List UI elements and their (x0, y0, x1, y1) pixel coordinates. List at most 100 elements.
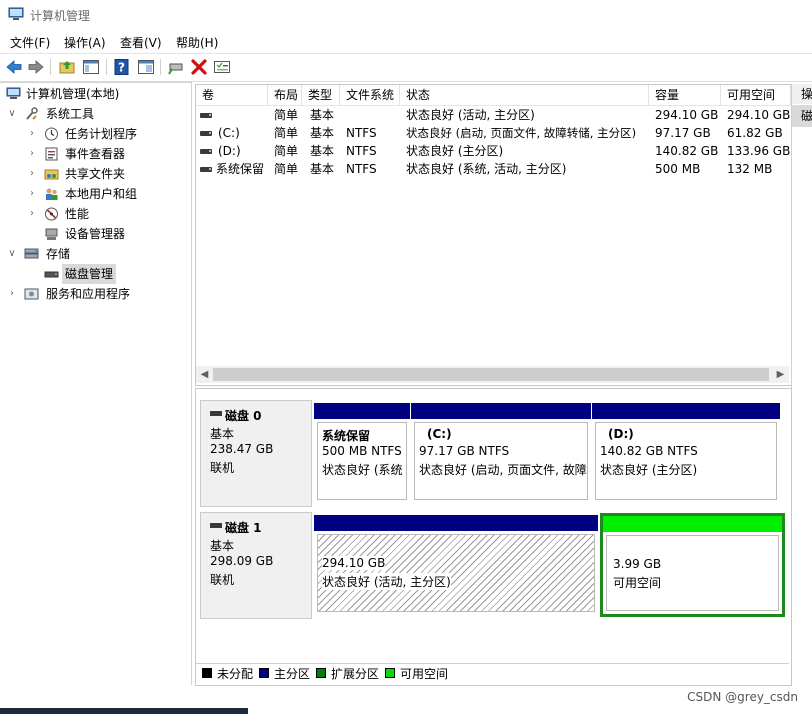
computer-management-icon (6, 87, 21, 99)
tree-item-shared-folders[interactable]: › 共享文件夹 (26, 164, 190, 184)
legend-label: 扩展分区 (331, 667, 380, 681)
chevron-right-icon[interactable]: › (26, 144, 38, 164)
disk-management-icon (44, 271, 59, 278)
actions-pane: 操 磁 (791, 84, 812, 684)
clock-icon (45, 127, 58, 141)
title-bar: 计算机管理 (0, 0, 812, 30)
tree-item-device-manager[interactable]: 设备管理器 (26, 224, 190, 244)
disk-1-label[interactable]: 磁盘 1 基本 298.09 GB 联机 (200, 512, 312, 619)
chevron-right-icon[interactable]: › (26, 184, 38, 204)
tree-item-storage[interactable]: ∨ 存储 (6, 244, 190, 264)
horizontal-scrollbar[interactable]: ◀ ▶ (196, 366, 789, 383)
legend-label: 可用空间 (400, 667, 449, 681)
properties-icon[interactable] (137, 58, 155, 76)
tree-item-system-tools[interactable]: ∨ 系统工具 (6, 104, 190, 124)
partition-bar (314, 403, 410, 419)
cell-status: 状态良好 (系统, 活动, 主分区) (406, 162, 567, 176)
partition-bar (314, 515, 598, 531)
legend-label: 未分配 (217, 667, 254, 681)
partition-name: (D:) (608, 427, 634, 441)
scroll-left-icon[interactable]: ◀ (196, 366, 213, 383)
tree-item-disk-management[interactable]: 磁盘管理 (26, 264, 190, 284)
tree-item-root[interactable]: 计算机管理(本地) (0, 84, 190, 104)
scrollbar-thumb[interactable] (213, 368, 769, 381)
toolbar-separator (106, 59, 107, 75)
show-hide-tree-icon[interactable] (82, 58, 100, 76)
table-row[interactable]: (D:) 简单 基本 NTFS 状态良好 (主分区) 140.82 GB 133… (196, 142, 791, 160)
partition-body: 3.99 GB 可用空间 (606, 535, 779, 611)
up-folder-icon[interactable] (58, 58, 76, 76)
computer-management-icon (8, 7, 24, 20)
menu-view[interactable]: 查看(V) (120, 34, 162, 51)
partition-bar (411, 403, 591, 419)
cell-filesystem: NTFS (346, 144, 377, 158)
partition-unlettered[interactable]: 294.10 GB 状态良好 (活动, 主分区) (314, 515, 598, 615)
menu-action[interactable]: 操作(A) (64, 34, 106, 51)
scroll-right-icon[interactable]: ▶ (772, 366, 789, 383)
column-header-type[interactable]: 类型 (302, 85, 340, 105)
partition-body: (D:) 140.82 GB NTFS 状态良好 (主分区) (595, 422, 777, 500)
back-arrow-icon[interactable] (5, 58, 23, 76)
partition-name: 系统保留 (322, 429, 371, 443)
tree-item-task-scheduler[interactable]: › 任务计划程序 (26, 124, 190, 144)
tree-item-performance[interactable]: › 性能 (26, 204, 190, 224)
cell-capacity: 97.17 GB (655, 126, 711, 140)
disk-size: 298.09 GB (210, 554, 274, 568)
partition-d[interactable]: (D:) 140.82 GB NTFS 状态良好 (主分区) (592, 403, 780, 503)
tree-item-local-users[interactable]: › 本地用户和组 (26, 184, 190, 204)
tree-item-services[interactable]: › 服务和应用程序 (6, 284, 190, 304)
table-row[interactable]: 简单 基本 状态良好 (活动, 主分区) 294.10 GB 294.10 GB (196, 106, 791, 124)
column-header-capacity[interactable]: 容量 (649, 85, 721, 105)
cell-volume: (D:) (218, 144, 241, 158)
chevron-down-icon[interactable]: ∨ (6, 244, 18, 264)
cell-capacity: 500 MB (655, 162, 701, 176)
column-header-volume[interactable]: 卷 (196, 85, 268, 105)
tree-label: 磁盘管理 (62, 264, 117, 284)
checklist-icon[interactable] (213, 58, 231, 76)
menu-bar: 文件(F) 操作(A) 查看(V) 帮助(H) (0, 30, 812, 52)
connect-icon[interactable] (167, 58, 185, 76)
partition-free-space[interactable]: 3.99 GB 可用空间 (600, 513, 785, 617)
chevron-right-icon[interactable]: › (26, 204, 38, 224)
table-row[interactable]: 系统保留 简单 基本 NTFS 状态良好 (系统, 活动, 主分区) 500 M… (196, 160, 791, 178)
taskbar-strip (0, 708, 248, 714)
partition-name: (C:) (427, 427, 452, 441)
cell-filesystem: NTFS (346, 126, 377, 140)
chevron-right-icon[interactable]: › (26, 124, 38, 144)
device-manager-icon (45, 228, 58, 240)
chevron-right-icon[interactable]: › (6, 284, 18, 304)
partition-c[interactable]: (C:) 97.17 GB NTFS 状态良好 (启动, 页面文件, 故障 (411, 403, 591, 503)
disk-0-label[interactable]: 磁盘 0 基本 238.47 GB 联机 (200, 400, 312, 507)
legend-label: 主分区 (274, 667, 311, 681)
partition-system-reserved[interactable]: 系统保留 500 MB NTFS 状态良好 (系统 (314, 403, 410, 503)
cell-free-space: 132 MB (727, 162, 773, 176)
help-icon[interactable]: ? (113, 58, 131, 76)
table-row[interactable]: (C:) 简单 基本 NTFS 状态良好 (启动, 页面文件, 故障转储, 主分… (196, 124, 791, 142)
disk-icon (210, 523, 222, 528)
cell-layout: 简单 (274, 162, 299, 176)
delete-icon[interactable] (190, 58, 208, 76)
cell-status: 状态良好 (主分区) (406, 144, 504, 158)
cell-type: 基本 (310, 126, 335, 140)
tree-item-event-viewer[interactable]: › 事件查看器 (26, 144, 190, 164)
tree-label: 共享文件夹 (65, 167, 126, 181)
actions-item-disk-management[interactable]: 磁 (792, 105, 812, 127)
chevron-right-icon[interactable]: › (26, 164, 38, 184)
menu-help[interactable]: 帮助(H) (176, 34, 218, 51)
menu-file[interactable]: 文件(F) (10, 34, 50, 51)
chevron-down-icon[interactable]: ∨ (6, 104, 18, 124)
legend-swatch (385, 668, 395, 678)
column-header-free-space[interactable]: 可用空间 (721, 85, 791, 105)
forward-arrow-icon[interactable] (27, 58, 45, 76)
watermark: CSDN @grey_csdn (687, 690, 798, 704)
column-header-filesystem[interactable]: 文件系统 (340, 85, 400, 105)
storage-icon (24, 248, 39, 259)
drive-icon (200, 167, 212, 172)
cell-status: 状态良好 (活动, 主分区) (406, 108, 535, 122)
shared-folder-icon (44, 169, 59, 180)
column-header-status[interactable]: 状态 (400, 85, 649, 105)
column-header-layout[interactable]: 布局 (268, 85, 302, 105)
partition-status: 状态良好 (系统 (322, 463, 403, 477)
cell-layout: 简单 (274, 108, 299, 122)
tools-icon (26, 107, 38, 120)
